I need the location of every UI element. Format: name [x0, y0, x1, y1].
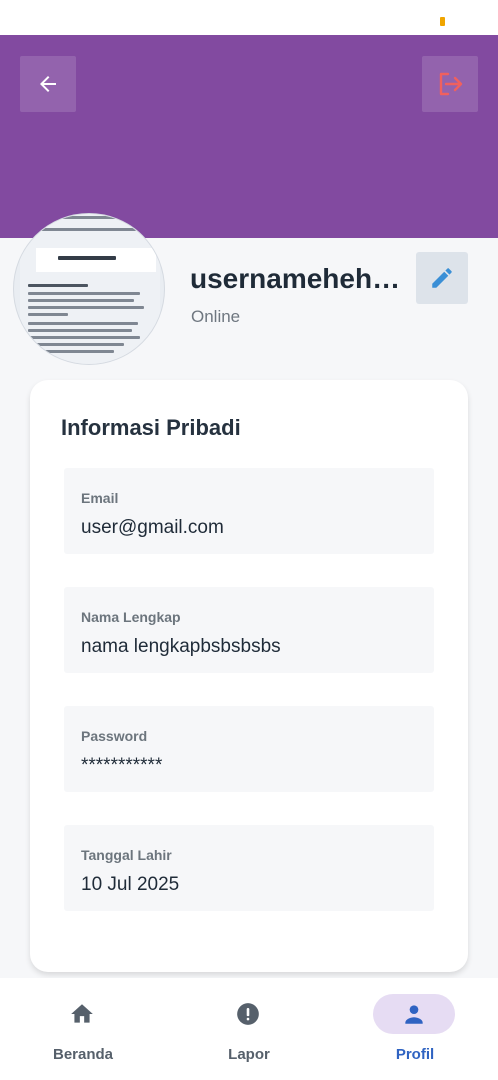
alert-icon	[237, 1003, 259, 1025]
status-bar	[0, 0, 498, 35]
nav-indicator	[41, 994, 123, 1034]
profile-status: Online	[191, 307, 241, 326]
personal-info-card: Informasi Pribadi Email user@gmail.com N…	[30, 380, 468, 972]
field-label: Tanggal Lahir	[81, 847, 172, 863]
person-icon	[405, 1005, 423, 1024]
nav-indicator	[207, 994, 289, 1034]
field-value: ***********	[81, 755, 163, 776]
avatar[interactable]	[13, 213, 165, 365]
logout-icon	[439, 72, 463, 96]
edit-profile-button[interactable]	[416, 252, 468, 304]
info-title: Informasi Pribadi	[61, 415, 241, 440]
nav-indicator	[373, 994, 455, 1034]
field-value: user@gmail.com	[81, 517, 224, 538]
nav-label: Lapor	[228, 1046, 270, 1063]
nav-label: Profil	[395, 1046, 435, 1063]
birth-date-field: Tanggal Lahir 10 Jul 2025	[64, 825, 434, 911]
home-icon	[71, 1004, 93, 1023]
password-field: Password ***********	[64, 706, 434, 792]
field-label: Email	[81, 490, 119, 506]
back-button[interactable]	[20, 56, 76, 112]
field-value: 10 Jul 2025	[81, 874, 180, 895]
full-name-field: Nama Lengkap nama lengkapbsbsbsbs	[64, 587, 434, 673]
profile-header	[0, 35, 498, 238]
pencil-icon	[432, 268, 452, 288]
notification-dot	[440, 17, 445, 26]
logout-button[interactable]	[422, 56, 478, 112]
nav-label: Beranda	[52, 1046, 114, 1063]
profile-username: usernameheheheh	[190, 263, 405, 294]
arrow-left-icon	[40, 76, 56, 92]
bottom-navigation: Beranda Lapor Profil	[0, 978, 498, 1080]
nav-item-lapor[interactable]: Lapor	[166, 978, 332, 1080]
field-label: Password	[81, 728, 148, 744]
nav-item-profil[interactable]: Profil	[332, 978, 498, 1080]
nav-item-beranda[interactable]: Beranda	[0, 978, 166, 1080]
email-field: Email user@gmail.com	[64, 468, 434, 554]
field-label: Nama Lengkap	[81, 609, 181, 625]
field-value: nama lengkapbsbsbsbs	[81, 636, 281, 657]
avatar-photo	[20, 214, 160, 364]
